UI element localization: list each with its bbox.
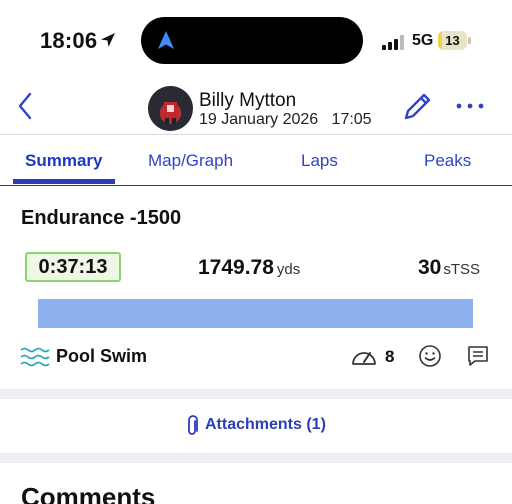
tab-map-graph[interactable]: Map/Graph	[148, 151, 233, 171]
tab-peaks[interactable]: Peaks	[424, 151, 471, 171]
dynamic-island	[141, 17, 363, 64]
distance-unit: yds	[276, 261, 301, 278]
comments-heading: Comments	[21, 482, 156, 504]
edit-pencil-icon[interactable]	[400, 90, 434, 124]
swim-waves-icon	[20, 347, 50, 367]
tss-unit: sTSS	[443, 261, 481, 278]
status-time: 18:06	[40, 28, 98, 53]
comment-icon[interactable]	[466, 344, 490, 368]
battery-icon: 13	[438, 31, 471, 50]
smiley-icon[interactable]	[418, 344, 442, 368]
tab-bar: Summary Map/Graph Laps Peaks	[0, 135, 512, 186]
distance-value: 1749.78	[198, 256, 274, 279]
location-arrow-icon	[101, 33, 115, 47]
network-type: 5G	[412, 32, 434, 49]
more-ellipsis-icon[interactable]	[454, 96, 486, 116]
back-button[interactable]	[14, 90, 38, 122]
battery-percent: 13	[445, 33, 460, 48]
status-bar: 18:06 5G 13	[0, 0, 512, 82]
duration-badge: 0:37:13	[25, 252, 121, 282]
tss-metric: 30 sTSS	[418, 256, 480, 280]
avatar[interactable]	[148, 86, 193, 131]
workout-date-time: 19 January 2026 17:05	[199, 111, 372, 128]
user-name: Billy Mytton	[199, 90, 297, 111]
gauge-icon	[352, 352, 376, 365]
workout-header: Billy Mytton 19 January 2026 17:05	[0, 82, 512, 134]
navigation-icon	[158, 31, 174, 49]
section-separator	[0, 389, 512, 399]
tab-active-indicator	[13, 179, 115, 184]
tab-summary[interactable]: Summary	[25, 151, 102, 171]
tss-value: 30	[418, 256, 442, 279]
rpe-value: 8	[385, 347, 395, 366]
tab-laps[interactable]: Laps	[301, 151, 338, 171]
avatar-image	[164, 102, 177, 124]
attachments-label: Attachments (1)	[205, 416, 326, 433]
paperclip-icon	[188, 415, 198, 435]
workout-title[interactable]: Endurance -1500	[21, 207, 181, 230]
section-separator	[0, 453, 512, 463]
attachments-row: Attachments (1)	[0, 399, 512, 453]
signal-icon	[382, 35, 404, 50]
sport-label: Pool Swim	[56, 346, 148, 366]
completion-bar	[38, 299, 473, 328]
distance-metric: 1749.78 yds	[198, 256, 300, 280]
